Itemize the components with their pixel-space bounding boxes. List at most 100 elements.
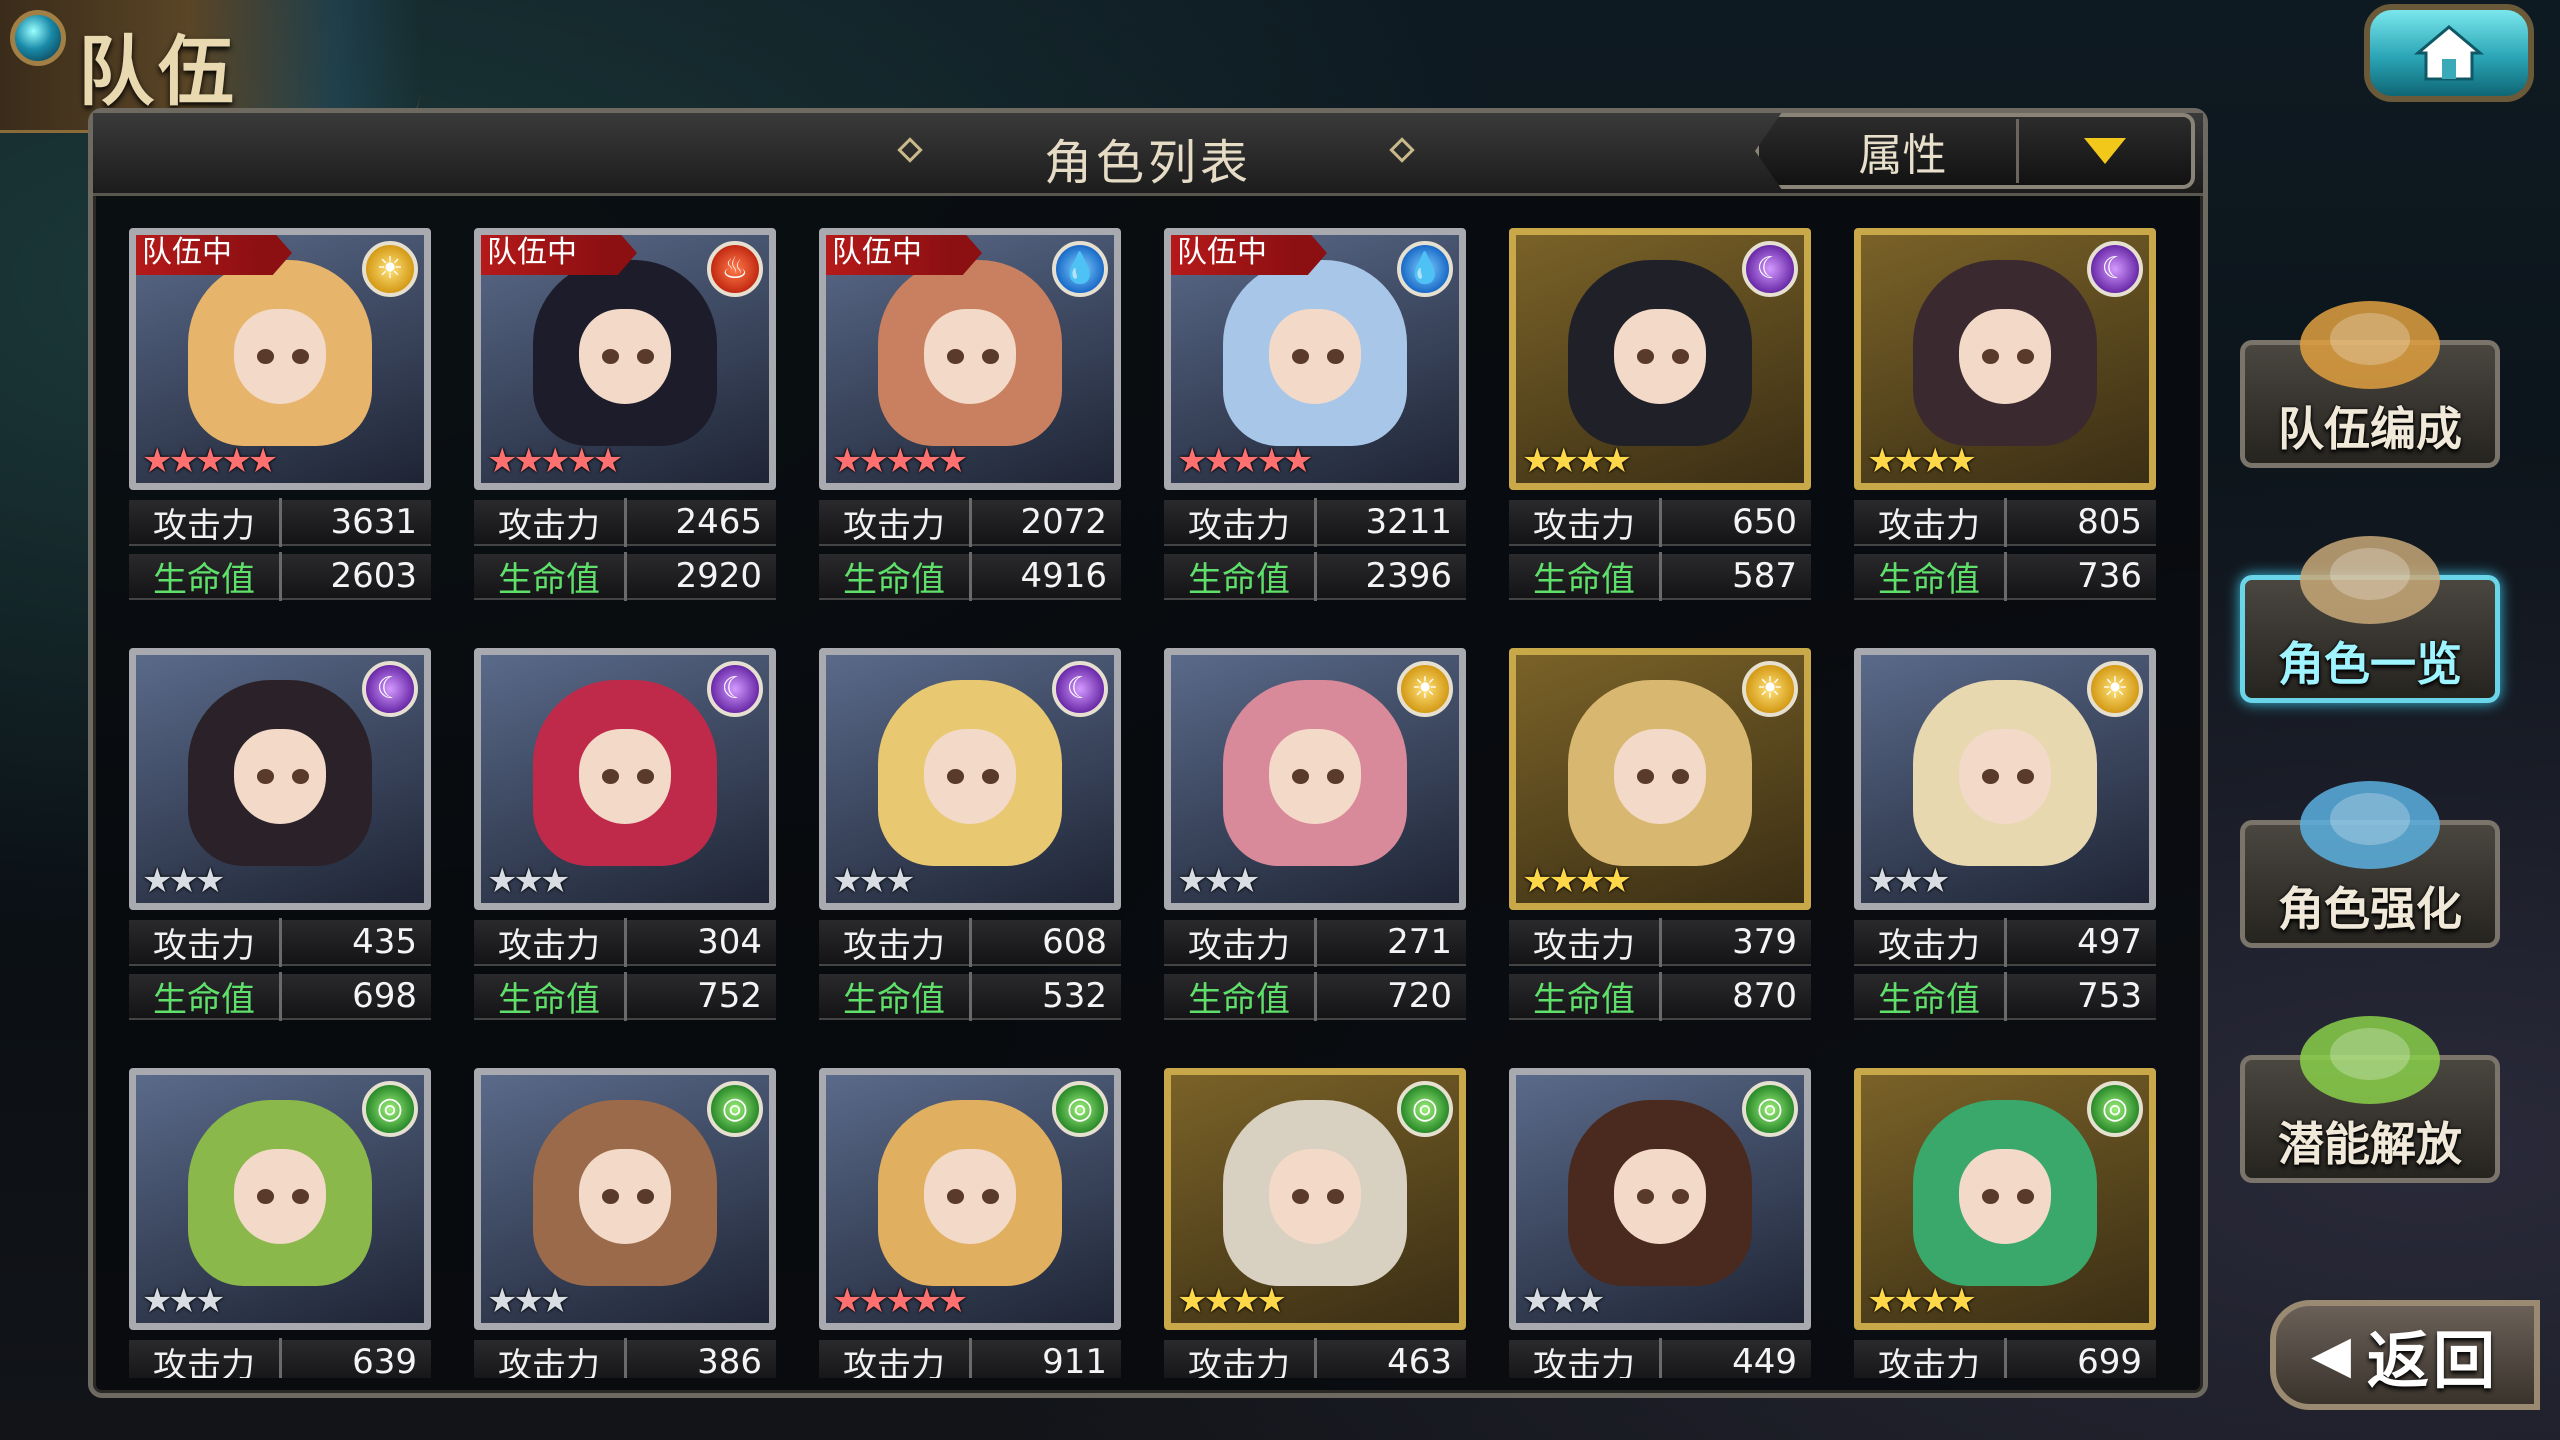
hp-label: 生命值 <box>129 971 282 1021</box>
attack-value: 805 <box>2077 502 2142 542</box>
hp-value: 587 <box>1732 556 1797 596</box>
moon-icon: ☾ <box>1742 241 1798 297</box>
character-card[interactable]: ◎ ★★★★ 攻击力 699 <box>1854 1068 2164 1378</box>
sun-icon: ☀ <box>2087 661 2143 717</box>
hp-stat: 生命值 532 <box>819 971 1121 1021</box>
back-button[interactable]: ◀ 返回 <box>2270 1300 2540 1410</box>
side-button-3[interactable]: 角色强化 <box>2240 781 2500 948</box>
side-button-emblem-icon <box>2280 1000 2460 1114</box>
attack-value: 3211 <box>1365 502 1452 542</box>
character-card[interactable]: ☾ ★★★ 攻击力 435 生命值 698 <box>129 648 439 1058</box>
rarity-stars: ★★★ <box>142 861 225 901</box>
hp-stat: 生命值 752 <box>474 971 776 1021</box>
home-button[interactable] <box>2364 4 2534 102</box>
character-portrait: ♨ ★★★★★ 队伍中 <box>474 228 776 490</box>
character-card[interactable]: ◎ ★★★★ 攻击力 463 <box>1164 1068 1474 1378</box>
character-card[interactable]: ◎ ★★★★★ 攻击力 911 <box>819 1068 1129 1378</box>
attack-stat: 攻击力 435 <box>129 917 431 967</box>
attack-stat: 攻击力 3211 <box>1164 497 1466 547</box>
side-button-label: 角色强化 <box>2278 882 2462 936</box>
character-portrait: ☾ ★★★ <box>129 648 431 910</box>
character-card[interactable]: ☾ ★★★ 攻击力 608 生命值 532 <box>819 648 1129 1058</box>
hp-stat: 生命值 587 <box>1509 551 1811 601</box>
hp-value: 698 <box>352 976 417 1016</box>
character-card[interactable]: ♨ ★★★★★ 队伍中 攻击力 2465 生命值 2920 <box>474 228 784 638</box>
character-portrait: ◎ ★★★★ <box>1854 1068 2156 1330</box>
in-team-badge: 队伍中 <box>826 235 982 275</box>
hp-value: 2396 <box>1365 556 1452 596</box>
hp-stat: 生命值 736 <box>1854 551 2156 601</box>
character-card[interactable]: 💧 ★★★★★ 队伍中 攻击力 2072 生命值 4916 <box>819 228 1129 638</box>
hp-value: 736 <box>2077 556 2142 596</box>
wind-icon: ◎ <box>707 1081 763 1137</box>
character-card[interactable]: ☀ ★★★ 攻击力 271 生命值 720 <box>1164 648 1474 1058</box>
character-portrait: ☾ ★★★ <box>819 648 1121 910</box>
home-icon <box>2414 25 2484 81</box>
hp-label: 生命值 <box>474 551 627 601</box>
hp-label: 生命值 <box>474 971 627 1021</box>
side-button-1[interactable]: 队伍编成 <box>2240 301 2500 468</box>
side-button-2[interactable]: 角色一览 <box>2240 536 2500 703</box>
attack-label: 攻击力 <box>474 497 627 547</box>
hp-value: 720 <box>1387 976 1452 1016</box>
attack-value: 435 <box>352 922 417 962</box>
character-portrait: ☾ ★★★★ <box>1854 228 2156 490</box>
attack-label: 攻击力 <box>1509 917 1662 967</box>
attack-value: 463 <box>1387 1342 1452 1378</box>
attack-stat: 攻击力 639 <box>129 1337 431 1378</box>
attack-value: 449 <box>1732 1342 1797 1378</box>
attribute-filter-dropdown[interactable]: 属性 <box>1755 113 2195 189</box>
rarity-stars: ★★★★★ <box>832 441 968 481</box>
moon-icon: ☾ <box>1052 661 1108 717</box>
character-card[interactable]: ☾ ★★★★ 攻击力 805 生命值 736 <box>1854 228 2164 638</box>
attack-label: 攻击力 <box>819 1337 972 1378</box>
attack-label: 攻击力 <box>474 917 627 967</box>
attack-label: 攻击力 <box>1164 917 1317 967</box>
attack-value: 304 <box>697 922 762 962</box>
hp-stat: 生命值 2603 <box>129 551 431 601</box>
character-card[interactable]: ☾ ★★★★ 攻击力 650 生命值 587 <box>1509 228 1819 638</box>
hp-label: 生命值 <box>1854 551 2007 601</box>
character-card[interactable]: ◎ ★★★ 攻击力 449 <box>1509 1068 1819 1378</box>
character-card[interactable]: ◎ ★★★ 攻击力 386 <box>474 1068 784 1378</box>
attack-label: 攻击力 <box>1509 497 1662 547</box>
wind-icon: ◎ <box>2087 1081 2143 1137</box>
character-card[interactable]: ☀ ★★★ 攻击力 497 生命值 753 <box>1854 648 2164 1058</box>
attack-stat: 攻击力 699 <box>1854 1337 2156 1378</box>
water-icon: 💧 <box>1397 241 1453 297</box>
hp-label: 生命值 <box>1164 971 1317 1021</box>
back-arrow-icon: ◀ <box>2310 1325 2351 1385</box>
hp-label: 生命值 <box>1164 551 1317 601</box>
character-card[interactable]: ☀ ★★★★★ 队伍中 攻击力 3631 生命值 2603 <box>129 228 439 638</box>
side-button-4[interactable]: 潜能解放 <box>2240 1016 2500 1183</box>
character-card[interactable]: ☾ ★★★ 攻击力 304 生命值 752 <box>474 648 784 1058</box>
rarity-stars: ★★★★ <box>1867 441 1977 481</box>
sun-icon: ☀ <box>1397 661 1453 717</box>
character-portrait: ☾ ★★★ <box>474 648 776 910</box>
character-card[interactable]: ☀ ★★★★ 攻击力 379 生命值 870 <box>1509 648 1819 1058</box>
character-card[interactable]: ◎ ★★★ 攻击力 639 <box>129 1068 439 1378</box>
attack-label: 攻击力 <box>1509 1337 1662 1378</box>
attack-stat: 攻击力 463 <box>1164 1337 1466 1378</box>
back-label: 返回 <box>2366 1324 2499 1397</box>
rarity-stars: ★★★ <box>832 861 915 901</box>
attack-stat: 攻击力 271 <box>1164 917 1466 967</box>
gem-icon <box>10 10 66 66</box>
rarity-stars: ★★★★ <box>1177 1281 1287 1321</box>
hp-stat: 生命值 753 <box>1854 971 2156 1021</box>
rarity-stars: ★★★ <box>1177 861 1260 901</box>
filter-label: 属性 <box>1759 119 2019 183</box>
character-card[interactable]: 💧 ★★★★★ 队伍中 攻击力 3211 生命值 2396 <box>1164 228 1474 638</box>
dropdown-arrow-icon <box>2019 134 2191 168</box>
attack-value: 650 <box>1732 502 1797 542</box>
attack-value: 608 <box>1042 922 1107 962</box>
wind-icon: ◎ <box>1397 1081 1453 1137</box>
in-team-badge: 队伍中 <box>136 235 292 275</box>
rarity-stars: ★★★ <box>142 1281 225 1321</box>
side-button-emblem-icon <box>2280 765 2460 879</box>
hp-value: 2603 <box>330 556 417 596</box>
hp-stat: 生命值 4916 <box>819 551 1121 601</box>
character-grid: ☀ ★★★★★ 队伍中 攻击力 3631 生命值 2603 ♨ ★★★★★ 队伍中 攻击力 2465 生… <box>129 228 2189 1378</box>
attack-value: 379 <box>1732 922 1797 962</box>
attack-label: 攻击力 <box>1164 1337 1317 1378</box>
